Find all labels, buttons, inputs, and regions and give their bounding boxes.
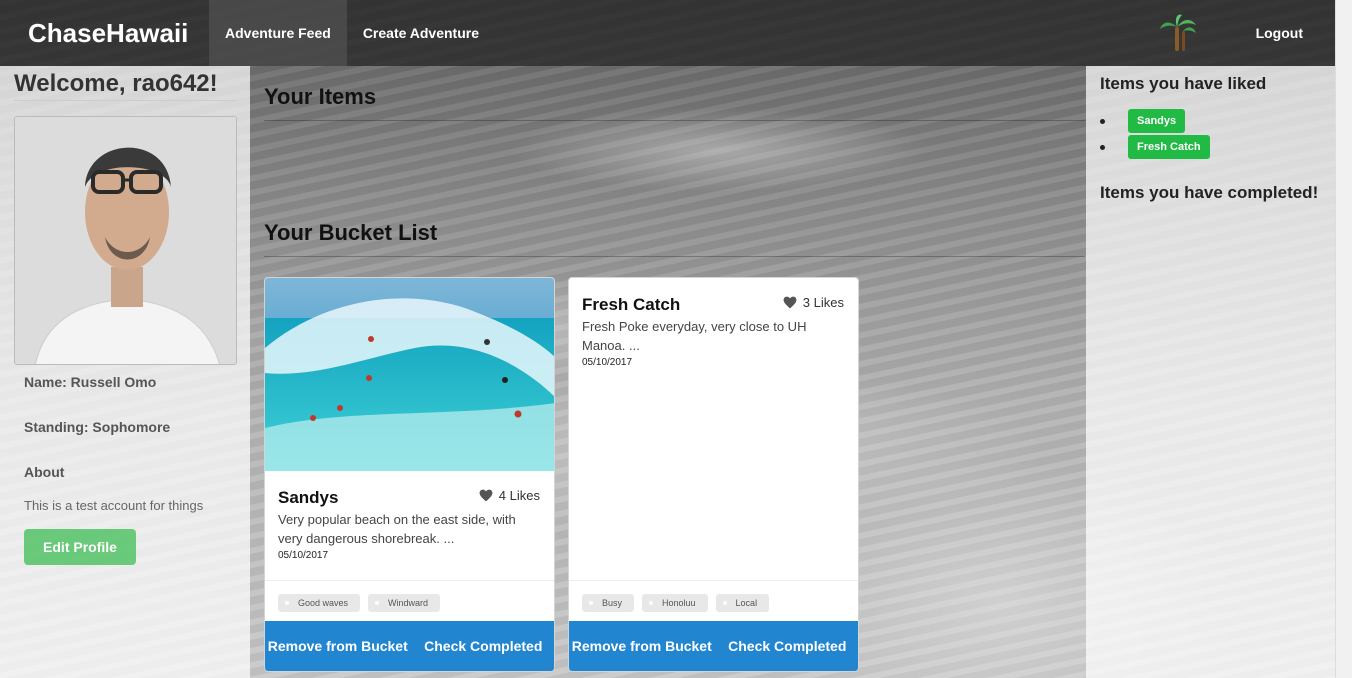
tag-list: Good waves Windward	[278, 594, 441, 612]
top-navbar: ChaseHawaii Adventure Feed Create Advent…	[0, 0, 1335, 66]
card-description: Very popular beach on the east side, wit…	[278, 512, 516, 546]
bucket-list-heading: Your Bucket List	[264, 220, 1085, 257]
remove-from-bucket-button[interactable]: Remove from Bucket	[265, 621, 411, 671]
liked-item-badge[interactable]: Fresh Catch	[1128, 135, 1210, 159]
profile-photo	[14, 116, 237, 365]
tag[interactable]: Busy	[582, 594, 635, 612]
nav-create-adventure[interactable]: Create Adventure	[347, 0, 495, 66]
card-divider	[265, 580, 554, 581]
likes-counter[interactable]: 4 Likes	[479, 488, 540, 503]
card-date: 05/10/2017	[278, 550, 329, 561]
activity-sidebar: Items you have liked Sandys Fresh Catch …	[1086, 66, 1335, 678]
about-heading: About	[24, 464, 65, 480]
heart-icon	[479, 489, 493, 502]
bucket-card: Sandys 4 Likes Very popular beach on the…	[264, 277, 555, 672]
likes-label: 3 Likes	[802, 295, 844, 310]
likes-counter[interactable]: 3 Likes	[783, 295, 844, 310]
list-item: Sandys	[1100, 108, 1210, 134]
tag[interactable]: Good waves	[278, 594, 361, 612]
logout-button[interactable]: Logout	[1240, 0, 1335, 66]
likes-label: 4 Likes	[498, 488, 540, 503]
card-date: 05/10/2017	[582, 357, 633, 368]
bullet	[1100, 118, 1105, 124]
welcome-heading: Welcome, rao642!	[14, 70, 236, 101]
bucket-card: Fresh Catch 3 Likes Fresh Poke everyday,…	[568, 277, 859, 672]
edit-profile-button[interactable]: Edit Profile	[24, 529, 136, 565]
remove-from-bucket-button[interactable]: Remove from Bucket	[569, 621, 715, 671]
completed-items-heading: Items you have completed!	[1100, 183, 1319, 202]
check-completed-button[interactable]: Check Completed	[411, 621, 555, 671]
card-title[interactable]: Fresh Catch	[582, 295, 680, 315]
avatar	[15, 117, 236, 364]
tag[interactable]: Local	[715, 594, 770, 612]
liked-items-heading: Items you have liked	[1100, 74, 1267, 93]
card-actions: Remove from Bucket Check Completed	[265, 621, 555, 671]
profile-sidebar: Welcome, rao642! Name: Russell Omo Stand…	[0, 66, 250, 678]
liked-item-badge[interactable]: Sandys	[1128, 109, 1186, 133]
card-description: Fresh Poke everyday, very close to UH Ma…	[582, 319, 807, 353]
tag[interactable]: Windward	[368, 594, 441, 612]
about-text: This is a test account for things	[24, 498, 204, 513]
tag-list: Busy Honoluu Local	[582, 594, 770, 612]
card-title[interactable]: Sandys	[278, 488, 338, 508]
card-actions: Remove from Bucket Check Completed	[569, 621, 859, 671]
palm-tree-icon	[1159, 14, 1196, 51]
profile-name: Name: Russell Omo	[24, 374, 157, 390]
liked-items-list: Sandys Fresh Catch	[1100, 108, 1210, 160]
bullet	[1100, 144, 1105, 150]
brand-logo-text[interactable]: ChaseHawaii	[0, 0, 209, 66]
card-image	[265, 278, 554, 471]
check-completed-button[interactable]: Check Completed	[715, 621, 859, 671]
nav-adventure-feed[interactable]: Adventure Feed	[209, 0, 347, 66]
your-items-heading: Your Items	[264, 84, 1085, 121]
page-scrollbar[interactable]	[1335, 0, 1352, 678]
profile-standing: Standing: Sophomore	[24, 419, 171, 435]
list-item: Fresh Catch	[1100, 134, 1210, 160]
heart-icon	[783, 296, 797, 309]
card-divider	[569, 580, 858, 581]
tag[interactable]: Honoluu	[642, 594, 708, 612]
